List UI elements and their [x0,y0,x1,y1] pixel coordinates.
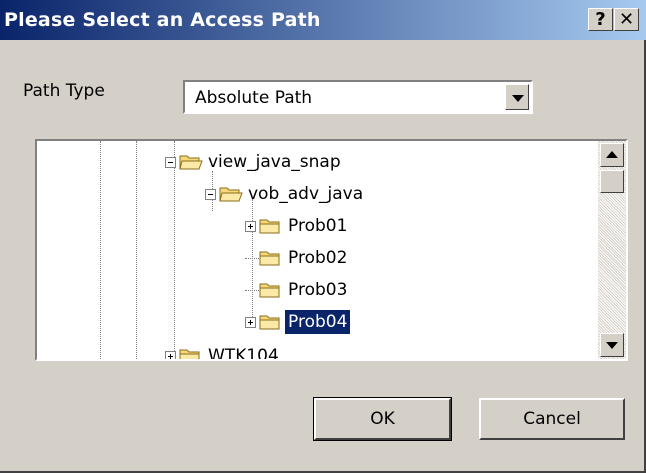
folder-icon [179,349,200,359]
expand-icon[interactable] [245,221,256,232]
access-path-dialog: Please Select an Access Path ? ✕ Path Ty… [0,0,646,473]
tree-scrollbar[interactable] [598,141,626,359]
scroll-down-icon[interactable] [600,333,624,357]
tree-connector [245,290,259,291]
folder-icon [259,315,280,330]
expand-icon[interactable] [165,351,176,359]
tree-guide-line [174,141,175,359]
path-type-label: Path Type [23,81,105,101]
folder-open-icon [179,155,203,170]
tree-item-label[interactable]: Prob04 [285,310,351,334]
expand-icon[interactable] [245,317,256,328]
close-button[interactable]: ✕ [614,8,639,31]
tree-item-label[interactable]: Prob01 [285,214,350,238]
path-type-value: Absolute Path [195,88,313,108]
folder-icon [259,219,280,234]
collapse-icon[interactable] [205,189,216,200]
tree-connector [245,258,259,259]
tree-guide-line [136,141,137,359]
cancel-button[interactable]: Cancel [479,398,625,440]
ok-button[interactable]: OK [313,397,452,441]
title-bar[interactable]: Please Select an Access Path ? ✕ [0,0,646,40]
folder-tree[interactable]: view_java_snap vob_adv_java Prob01 Prob02 Pr… [35,139,628,361]
scroll-thumb[interactable] [600,170,624,193]
dropdown-arrow-icon[interactable] [505,84,529,110]
path-type-select[interactable]: Absolute Path [183,80,533,114]
tree-item-label[interactable]: vob_adv_java [245,182,366,206]
tree-guide-line [100,141,101,359]
tree-item-label[interactable]: WTK104 [205,344,282,359]
tree-item-label[interactable]: Prob03 [285,278,350,302]
tree-guide-line [252,199,253,319]
scroll-up-icon[interactable] [600,143,624,167]
tree-item-label[interactable]: Prob02 [285,246,350,270]
window-title: Please Select an Access Path [4,9,321,31]
folder-icon [259,283,280,298]
folder-open-icon [219,187,243,202]
folder-icon [259,251,280,266]
tree-item-label[interactable]: view_java_snap [205,150,344,174]
help-button[interactable]: ? [588,8,613,31]
collapse-icon[interactable] [165,157,176,168]
